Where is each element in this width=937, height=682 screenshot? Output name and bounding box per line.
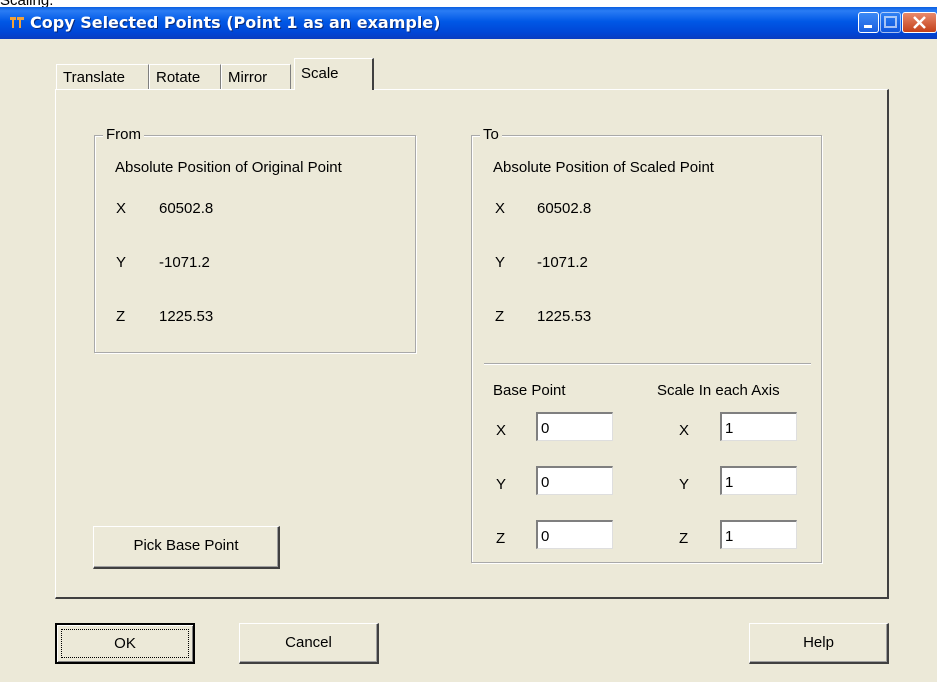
- tab-rotate-label: Rotate: [156, 69, 201, 86]
- to-z-value: 1225.53: [537, 308, 592, 325]
- from-z-value: 1225.53: [159, 308, 214, 325]
- to-group: To Absolute Position of Scaled Point X 6…: [471, 126, 822, 563]
- to-y-value: -1071.2: [537, 254, 588, 271]
- tab-translate[interactable]: Translate: [56, 64, 149, 89]
- scale-y-label: Y: [679, 476, 690, 493]
- to-heading: Absolute Position of Scaled Point: [493, 159, 714, 176]
- to-x-value: 60502.8: [537, 200, 592, 217]
- scale-y-input[interactable]: [720, 466, 797, 495]
- tab-mirror[interactable]: Mirror: [221, 64, 291, 89]
- scale-x-label: X: [679, 422, 690, 439]
- window-title: Copy Selected Points (Point 1 as an exam…: [30, 13, 441, 32]
- from-y-label: Y: [116, 254, 127, 271]
- tab-scale[interactable]: Scale: [294, 58, 374, 90]
- base-point-heading: Base Point: [493, 382, 566, 399]
- from-legend: From: [103, 126, 144, 143]
- minimize-button[interactable]: [858, 12, 879, 33]
- dialog-window: Copy Selected Points (Point 1 as an exam…: [0, 7, 937, 682]
- base-point-y-input[interactable]: [536, 466, 613, 495]
- scale-tab-panel: From Absolute Position of Original Point…: [55, 89, 889, 599]
- title-bar[interactable]: Copy Selected Points (Point 1 as an exam…: [0, 7, 937, 39]
- base-x-label: X: [496, 422, 507, 439]
- pick-base-point-button[interactable]: Pick Base Point: [93, 526, 280, 569]
- base-z-label: Z: [496, 530, 506, 547]
- app-icon: [10, 16, 24, 28]
- base-y-label: Y: [496, 476, 507, 493]
- tab-rotate[interactable]: Rotate: [149, 64, 221, 89]
- from-x-value: 60502.8: [159, 200, 214, 217]
- to-separator: [484, 363, 811, 365]
- maximize-button[interactable]: [880, 12, 901, 33]
- to-y-label: Y: [495, 254, 506, 271]
- tab-scale-label: Scale: [301, 65, 339, 82]
- tab-translate-label: Translate: [63, 69, 125, 86]
- base-point-x-input[interactable]: [536, 412, 613, 441]
- scale-z-label: Z: [679, 530, 689, 547]
- from-group: From Absolute Position of Original Point…: [94, 126, 416, 353]
- from-heading: Absolute Position of Original Point: [115, 159, 342, 176]
- from-z-label: Z: [116, 308, 126, 325]
- to-x-label: X: [495, 200, 506, 217]
- close-button[interactable]: [902, 12, 937, 33]
- to-legend: To: [480, 126, 502, 143]
- ok-button[interactable]: OK: [55, 623, 195, 664]
- help-button[interactable]: Help: [749, 623, 889, 664]
- to-z-label: Z: [495, 308, 505, 325]
- base-point-z-input[interactable]: [536, 520, 613, 549]
- from-y-value: -1071.2: [159, 254, 210, 271]
- scale-axis-heading: Scale In each Axis: [657, 382, 780, 399]
- cancel-button[interactable]: Cancel: [239, 623, 379, 664]
- focus-rectangle: [61, 629, 189, 658]
- scale-z-input[interactable]: [720, 520, 797, 549]
- from-x-label: X: [116, 200, 127, 217]
- tab-mirror-label: Mirror: [228, 69, 268, 86]
- scale-x-input[interactable]: [720, 412, 797, 441]
